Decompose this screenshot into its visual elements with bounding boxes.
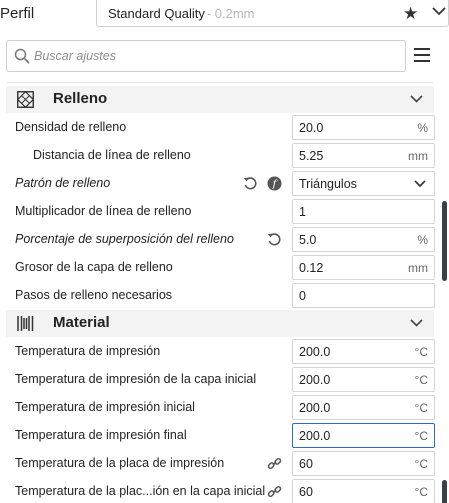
- setting-label: Temperatura de impresión final: [15, 428, 187, 442]
- setting-value: 0: [299, 289, 306, 303]
- setting-label: Distancia de línea de relleno: [33, 148, 191, 162]
- setting-value: 60: [299, 485, 313, 499]
- setting-label: Temperatura de impresión de la capa inic…: [15, 372, 257, 386]
- setting-input[interactable]: 60 °C: [292, 451, 435, 476]
- setting-label: Pasos de relleno necesarios: [15, 288, 173, 302]
- setting-value: 20.0: [299, 121, 324, 135]
- reset-icon[interactable]: [267, 232, 282, 247]
- setting-unit: mm: [408, 149, 428, 163]
- setting-value: 200.0: [299, 401, 331, 415]
- setting-row: Temperatura de la placa de impresión 60 …: [0, 450, 440, 478]
- setting-value: 200.0: [299, 345, 331, 359]
- setting-row: Porcentaje de superposición del relleno …: [0, 226, 440, 254]
- setting-value: 5.0: [299, 233, 317, 247]
- setting-value: 0.12: [299, 261, 324, 275]
- profile-quality-select[interactable]: Standard Quality - 0.2mm ★: [96, 0, 449, 27]
- setting-input[interactable]: 200.0 °C: [292, 339, 435, 364]
- category-title: Material: [53, 314, 110, 331]
- setting-input[interactable]: 200.0 °C: [292, 395, 435, 420]
- setting-input[interactable]: 0.12 mm: [292, 255, 435, 280]
- hamburger-icon-line: [414, 48, 430, 50]
- setting-unit: %: [417, 233, 428, 247]
- setting-value: 60: [299, 457, 313, 471]
- reset-icon[interactable]: [243, 176, 258, 191]
- function-icon[interactable]: f: [267, 176, 282, 191]
- link-icon[interactable]: [267, 484, 282, 499]
- chevron-down-icon[interactable]: [410, 319, 423, 327]
- category-infill[interactable]: Relleno: [6, 86, 434, 113]
- setting-row: Pasos de relleno necesarios 0: [0, 282, 440, 310]
- setting-row: Temperatura de impresión final 200.0 °C: [0, 422, 440, 450]
- setting-label: Densidad de relleno: [15, 120, 127, 134]
- profile-label: Perfil: [0, 5, 35, 22]
- setting-unit: °C: [414, 373, 428, 387]
- setting-value: Triángulos: [299, 177, 357, 191]
- material-spool-icon: [17, 316, 34, 331]
- setting-row: Temperatura de impresión 200.0 °C: [0, 338, 440, 366]
- setting-input[interactable]: 1: [292, 199, 435, 224]
- link-icon[interactable]: [267, 456, 282, 471]
- setting-input[interactable]: 200.0 °C: [292, 367, 435, 392]
- setting-label: Temperatura de impresión inicial: [15, 400, 195, 414]
- search-input[interactable]: [34, 49, 394, 63]
- settings-menu-button[interactable]: [414, 48, 430, 62]
- setting-label: Porcentaje de superposición del relleno: [15, 232, 234, 246]
- search-icon: [14, 48, 30, 64]
- setting-unit: %: [417, 121, 428, 135]
- chevron-down-icon[interactable]: [432, 7, 446, 16]
- hamburger-icon-line: [414, 54, 430, 56]
- scrollbar-thumb[interactable]: [442, 480, 447, 503]
- divider: [6, 82, 434, 83]
- setting-label: Multiplicador de línea de relleno: [15, 204, 192, 218]
- infill-pattern-select[interactable]: Triángulos: [292, 171, 435, 196]
- setting-row: Grosor de la capa de relleno 0.12 mm: [0, 254, 440, 282]
- setting-unit: °C: [414, 457, 428, 471]
- infill-grid-icon: [17, 91, 34, 108]
- setting-unit: °C: [414, 345, 428, 359]
- setting-row: Temperatura de impresión de la capa inic…: [0, 366, 440, 394]
- setting-row: Patrón de relleno f Triángulos: [0, 170, 440, 198]
- setting-row: Temperatura de impresión inicial 200.0 °…: [0, 394, 440, 422]
- setting-row: Distancia de línea de relleno 5.25 mm: [0, 142, 440, 170]
- category-material[interactable]: Material: [6, 310, 434, 337]
- setting-label: Patrón de relleno: [15, 176, 111, 190]
- setting-input[interactable]: 5.0 %: [292, 227, 435, 252]
- setting-unit: °C: [414, 485, 428, 499]
- setting-row: Temperatura de la plac...ión en la capa …: [0, 478, 440, 503]
- scrollbar-thumb[interactable]: [442, 201, 447, 281]
- category-title: Relleno: [53, 90, 108, 107]
- setting-input[interactable]: 5.25 mm: [292, 143, 435, 168]
- setting-label: Grosor de la capa de relleno: [15, 260, 173, 274]
- setting-input[interactable]: 0: [292, 283, 435, 308]
- setting-label: Temperatura de impresión: [15, 344, 161, 358]
- setting-input[interactable]: 60 °C: [292, 479, 435, 503]
- chevron-down-icon[interactable]: [410, 95, 423, 103]
- setting-row: Densidad de relleno 20.0 %: [0, 114, 440, 142]
- layer-height-text: - 0.2mm: [206, 5, 255, 21]
- setting-label: Temperatura de la placa de impresión: [15, 456, 225, 470]
- star-icon[interactable]: ★: [403, 4, 418, 24]
- search-box[interactable]: [6, 40, 406, 72]
- setting-unit: mm: [408, 261, 428, 275]
- setting-unit: °C: [414, 401, 428, 415]
- setting-label: Temperatura de la plac...ión en la capa …: [15, 484, 266, 498]
- hamburger-icon-line: [414, 60, 430, 62]
- setting-value: 1: [299, 205, 306, 219]
- setting-value: 200.0: [299, 373, 331, 387]
- chevron-down-icon: [414, 180, 426, 188]
- setting-value: 200.0: [299, 429, 331, 443]
- setting-value: 5.25: [299, 149, 324, 163]
- setting-input[interactable]: 20.0 %: [292, 115, 435, 140]
- setting-row: Multiplicador de línea de relleno 1: [0, 198, 440, 226]
- setting-unit: °C: [414, 429, 428, 443]
- quality-name: Standard Quality: [108, 5, 205, 21]
- setting-input-focused[interactable]: 200.0 °C: [292, 423, 435, 448]
